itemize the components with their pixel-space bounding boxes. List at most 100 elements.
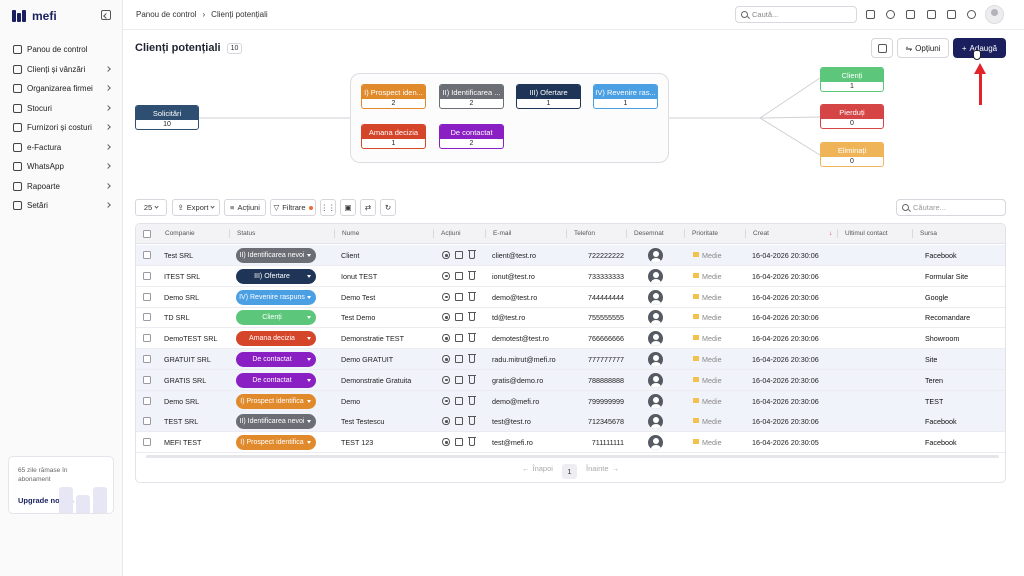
stage-outcome-2[interactable]: Eliminați 0: [820, 142, 884, 167]
view-icon[interactable]: [442, 396, 450, 405]
assignee-avatar-icon[interactable]: [648, 393, 663, 409]
edit-icon[interactable]: [455, 355, 463, 363]
delete-icon[interactable]: [468, 395, 476, 405]
column-header-1[interactable]: Status: [237, 230, 255, 237]
stage-0[interactable]: I) Prospect iden... 2: [361, 84, 426, 109]
page-size-select[interactable]: 25: [135, 199, 167, 216]
column-resize-handle[interactable]: [745, 229, 746, 238]
row-checkbox[interactable]: [143, 396, 151, 405]
edit-icon[interactable]: [455, 271, 463, 280]
assignee-avatar-icon[interactable]: [648, 289, 663, 305]
stage-2[interactable]: III) Ofertare 1: [516, 84, 581, 109]
column-header-3[interactable]: Acțiuni: [441, 230, 461, 237]
column-header-6[interactable]: Desemnat: [634, 230, 664, 237]
stage-1[interactable]: II) Identificarea ... 2: [439, 84, 504, 109]
column-resize-handle[interactable]: [229, 229, 230, 238]
row-checkbox[interactable]: [143, 251, 151, 259]
delete-icon[interactable]: [468, 312, 476, 322]
status-select[interactable]: II) Identificarea nevoi: [236, 248, 316, 263]
sort-desc-icon[interactable]: ↓: [829, 230, 832, 237]
table-row[interactable]: GRATIS SRL De contactat Demonstratie Gratu…: [136, 369, 1005, 391]
filter-button[interactable]: ▽ Filtrare: [270, 199, 316, 216]
stage-outcome-0[interactable]: Clienți 1: [820, 67, 884, 92]
table-row[interactable]: MEFI TEST I) Prospect identifica TEST 123 t…: [136, 432, 1005, 454]
column-resize-handle[interactable]: [912, 229, 913, 238]
status-select[interactable]: IV) Revenire raspuns: [236, 289, 316, 305]
column-header-8[interactable]: Creat: [753, 230, 769, 237]
status-select[interactable]: Clienți: [236, 310, 316, 326]
grid-view-button[interactable]: ⋮⋮: [320, 199, 336, 216]
row-checkbox[interactable]: [143, 292, 151, 301]
column-header-0[interactable]: Companie: [165, 230, 195, 237]
delete-icon[interactable]: [468, 270, 476, 280]
assignee-avatar-icon[interactable]: [648, 310, 663, 326]
status-select[interactable]: De contactat: [236, 352, 316, 367]
edit-icon[interactable]: [455, 417, 463, 426]
column-resize-handle[interactable]: [837, 229, 838, 238]
stage-4[interactable]: Amana decizia 1: [361, 124, 426, 149]
row-checkbox[interactable]: [143, 313, 151, 322]
export-button[interactable]: ⇪ Export: [172, 199, 220, 216]
select-all-checkbox[interactable]: [143, 230, 151, 238]
delete-icon[interactable]: [468, 250, 476, 259]
status-select[interactable]: I) Prospect identifica: [236, 393, 316, 409]
stage-3[interactable]: IV) Revenire ras... 1: [593, 84, 658, 109]
view-icon[interactable]: [442, 251, 450, 259]
table-row[interactable]: Test SRL II) Identificarea nevoi Client cli…: [136, 245, 1005, 266]
column-header-4[interactable]: E-mail: [493, 230, 511, 237]
column-header-5[interactable]: Telefon: [574, 230, 595, 237]
column-resize-handle[interactable]: [433, 229, 434, 238]
edit-icon[interactable]: [455, 313, 463, 322]
delete-icon[interactable]: [468, 416, 476, 426]
view-icon[interactable]: [442, 271, 450, 280]
stage-5[interactable]: De contactat 2: [439, 124, 504, 149]
edit-icon[interactable]: [455, 334, 463, 343]
table-row[interactable]: Demo SRL IV) Revenire raspuns Demo Test dem…: [136, 287, 1005, 308]
assignee-avatar-icon[interactable]: [648, 331, 663, 347]
column-header-9[interactable]: Ultimul contact: [845, 230, 888, 237]
row-checkbox[interactable]: [143, 271, 151, 280]
view-icon[interactable]: [442, 313, 450, 322]
edit-icon[interactable]: [455, 438, 463, 447]
row-checkbox[interactable]: [143, 355, 151, 363]
table-row[interactable]: TEST SRL II) Identificarea nevoi Test Test…: [136, 411, 1005, 433]
table-row[interactable]: ITEST SRL III) Ofertare Ionut TEST ionut@te…: [136, 266, 1005, 287]
view-icon[interactable]: [442, 417, 450, 426]
column-header-2[interactable]: Nume: [342, 230, 359, 237]
columns-button[interactable]: ▣: [340, 199, 356, 216]
assignee-avatar-icon[interactable]: [648, 372, 663, 388]
assignee-avatar-icon[interactable]: [648, 248, 663, 263]
assignee-avatar-icon[interactable]: [648, 268, 663, 284]
view-icon[interactable]: [442, 375, 450, 384]
edit-icon[interactable]: [455, 292, 463, 301]
table-search-input[interactable]: Căutare...: [896, 199, 1006, 216]
row-checkbox[interactable]: [143, 334, 151, 343]
table-row[interactable]: GRATUIT SRL De contactat Demo GRATUIT radu.…: [136, 349, 1005, 370]
view-icon[interactable]: [442, 292, 450, 301]
view-icon[interactable]: [442, 334, 450, 343]
swap-button[interactable]: ⇄: [360, 199, 376, 216]
delete-icon[interactable]: [468, 354, 476, 363]
row-checkbox[interactable]: [143, 417, 151, 426]
delete-icon[interactable]: [468, 333, 476, 343]
view-icon[interactable]: [442, 438, 450, 447]
delete-icon[interactable]: [468, 374, 476, 384]
delete-icon[interactable]: [468, 437, 476, 447]
current-page[interactable]: 1: [562, 464, 577, 479]
table-row[interactable]: TD SRL Clienți Test Demo td@test.ro 75555555…: [136, 307, 1005, 329]
horizontal-scrollbar[interactable]: [146, 455, 999, 458]
column-header-10[interactable]: Sursa: [920, 230, 937, 237]
status-select[interactable]: II) Identificarea nevoi: [236, 414, 316, 430]
stage-outcome-1[interactable]: Pierduți 0: [820, 104, 884, 129]
row-checkbox[interactable]: [143, 375, 151, 384]
edit-icon[interactable]: [455, 396, 463, 405]
assignee-avatar-icon[interactable]: [648, 352, 663, 367]
status-select[interactable]: Amana decizia: [236, 331, 316, 347]
status-select[interactable]: De contactat: [236, 372, 316, 388]
edit-icon[interactable]: [455, 375, 463, 384]
column-resize-handle[interactable]: [485, 229, 486, 238]
delete-icon[interactable]: [468, 291, 476, 301]
column-resize-handle[interactable]: [684, 229, 685, 238]
table-row[interactable]: DemoTEST SRL Amana decizia Demonstratie TE…: [136, 328, 1005, 350]
assignee-avatar-icon[interactable]: [648, 435, 663, 451]
